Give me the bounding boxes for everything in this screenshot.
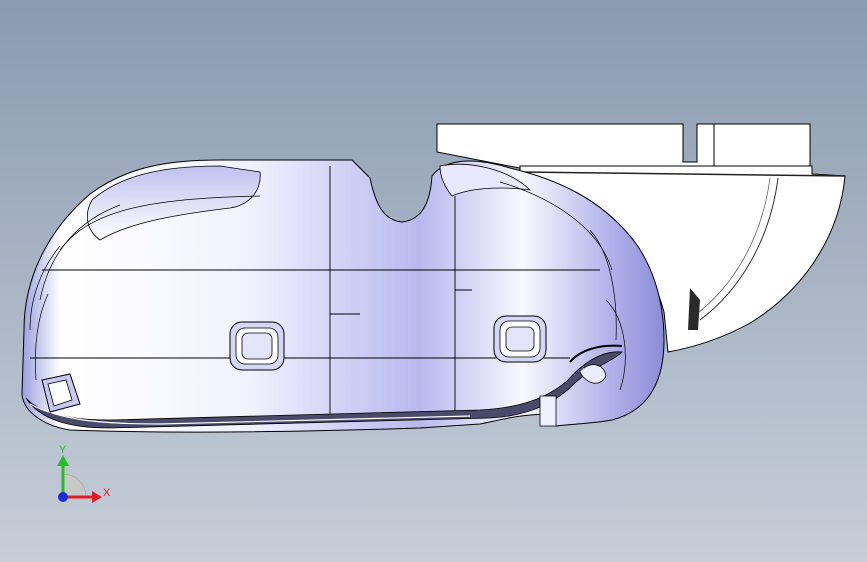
- bracket-top-tab-right: [713, 123, 811, 173]
- shell-body[interactable]: [21, 159, 665, 433]
- model-view[interactable]: Y X: [0, 0, 867, 562]
- mounting-boss-right[interactable]: [493, 315, 547, 363]
- bottom-tab: [539, 395, 557, 427]
- y-axis-label: Y: [59, 444, 67, 456]
- x-axis-arrow: [92, 491, 102, 503]
- coordinate-triad[interactable]: Y X: [57, 444, 111, 503]
- graphics-viewport[interactable]: Y X: [0, 0, 867, 562]
- z-axis-dot: [58, 492, 68, 502]
- x-axis-label: X: [103, 487, 111, 499]
- mounting-boss-left[interactable]: [229, 321, 285, 371]
- y-axis-arrow: [57, 455, 69, 466]
